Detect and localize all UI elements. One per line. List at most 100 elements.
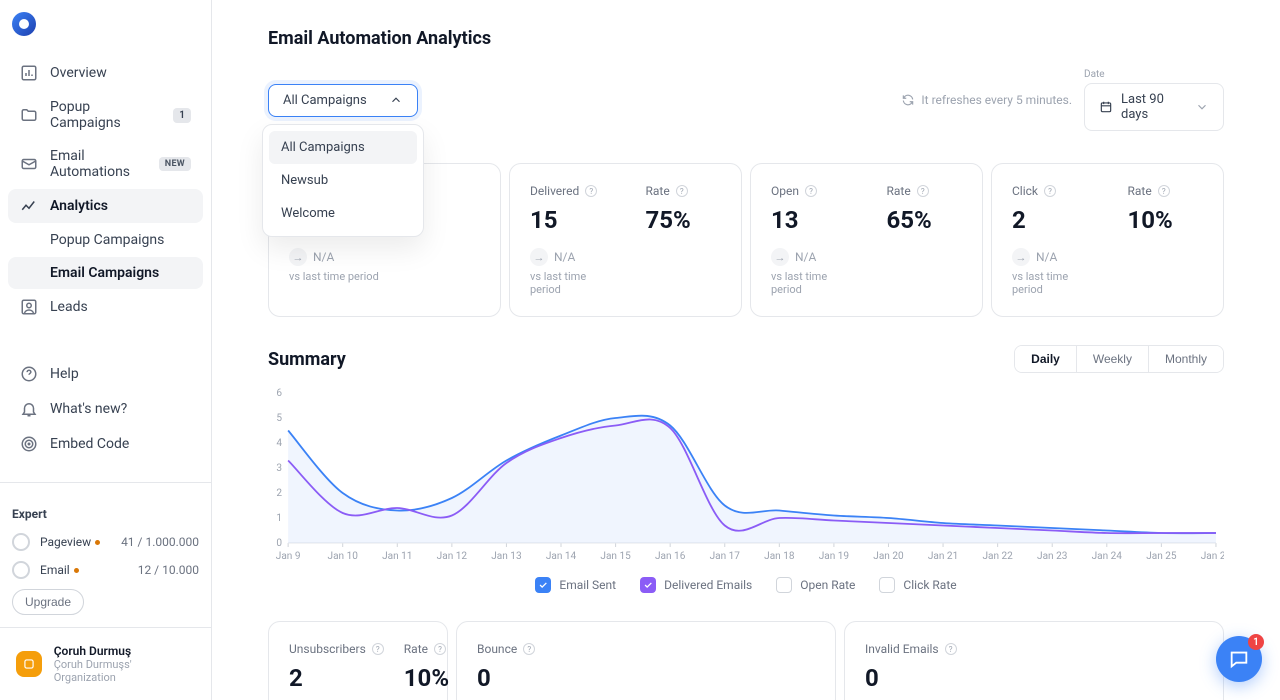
- nav-analytics[interactable]: Analytics: [8, 189, 203, 223]
- nav-embed-code[interactable]: Embed Code: [8, 427, 203, 461]
- user-name: Çoruh Durmuş: [54, 644, 195, 658]
- help-icon[interactable]: ?: [1158, 185, 1170, 197]
- help-icon[interactable]: ?: [1044, 185, 1056, 197]
- campaign-dropdown: All Campaigns Newsub Welcome: [262, 124, 424, 237]
- kpi-sub: vs last time period: [289, 270, 480, 283]
- sidebar: Overview Popup Campaigns 1 Email Automat…: [0, 0, 212, 700]
- kpi-sub: vs last time period: [1012, 270, 1088, 296]
- svg-text:Jan 20: Jan 20: [873, 551, 904, 562]
- date-filter: Date Last 90 days: [1084, 69, 1224, 131]
- svg-text:Jan 15: Jan 15: [600, 551, 631, 562]
- kpi-sub: vs last time period: [530, 270, 606, 296]
- svg-text:4: 4: [276, 438, 282, 449]
- help-icon[interactable]: ?: [676, 185, 688, 197]
- help-icon[interactable]: ?: [372, 643, 384, 655]
- kpi-value: 10%: [404, 664, 449, 692]
- user-org: Çoruh Durmuşs' Organization: [54, 658, 195, 684]
- nav-whats-new[interactable]: What's new?: [8, 392, 203, 426]
- svg-text:5: 5: [276, 413, 282, 424]
- date-value: Last 90 days: [1121, 92, 1187, 122]
- svg-text:Jan 17: Jan 17: [710, 551, 741, 562]
- svg-text:Jan 18: Jan 18: [764, 551, 795, 562]
- nav-sub-popup[interactable]: Popup Campaigns: [8, 224, 203, 256]
- checkbox-checked-icon: [535, 577, 551, 593]
- pageview-value: 41 / 1.000.000: [121, 535, 199, 549]
- help-icon[interactable]: ?: [585, 185, 597, 197]
- target-icon: [20, 435, 38, 453]
- kpi-label: Delivered: [530, 184, 579, 198]
- help-icon[interactable]: ?: [805, 185, 817, 197]
- kpi-value: 13: [771, 206, 847, 234]
- period-daily-button[interactable]: Daily: [1015, 346, 1077, 372]
- progress-circle-icon: [12, 533, 30, 551]
- campaign-option-newsub[interactable]: Newsub: [269, 164, 417, 197]
- legend-delivered[interactable]: Delivered Emails: [640, 577, 752, 593]
- help-icon[interactable]: ?: [523, 643, 535, 655]
- legend-email-sent[interactable]: Email Sent: [535, 577, 616, 593]
- chat-icon: [1228, 648, 1250, 670]
- campaign-option-all[interactable]: All Campaigns: [269, 131, 417, 164]
- svg-text:1: 1: [276, 513, 282, 524]
- arrow-right-icon: →: [530, 248, 548, 266]
- campaign-select-value: All Campaigns: [283, 93, 367, 108]
- kpi-value: 15: [530, 206, 606, 234]
- nav-leads-label: Leads: [50, 299, 88, 315]
- kpi-card-click: Click? 2 →N/A vs last time period Rate? …: [991, 163, 1224, 317]
- nav-embed-label: Embed Code: [50, 436, 129, 452]
- arrow-right-icon: →: [289, 248, 307, 266]
- kpi-card-open: Open? 13 →N/A vs last time period Rate? …: [750, 163, 983, 317]
- nav-email-auto-label: Email Automations: [50, 148, 147, 180]
- nav-analytics-label: Analytics: [50, 198, 108, 214]
- period-monthly-button[interactable]: Monthly: [1149, 346, 1223, 372]
- kpi-label: Bounce: [477, 642, 517, 656]
- svg-text:Jan 16: Jan 16: [655, 551, 686, 562]
- folder-icon: [20, 106, 38, 124]
- campaign-select-trigger[interactable]: All Campaigns: [268, 84, 418, 117]
- nav-leads[interactable]: Leads: [8, 290, 203, 324]
- svg-text:Jan 24: Jan 24: [1092, 551, 1123, 562]
- campaign-option-welcome[interactable]: Welcome: [269, 197, 417, 230]
- sidebar-bottom-nav: Help What's new? Embed Code: [0, 349, 211, 470]
- user-section[interactable]: Çoruh Durmuş Çoruh Durmuşs' Organization: [0, 627, 211, 700]
- logo[interactable]: [0, 0, 211, 48]
- period-weekly-button[interactable]: Weekly: [1077, 346, 1149, 372]
- legend-click-rate[interactable]: Click Rate: [879, 577, 956, 593]
- nav-new-badge: NEW: [159, 157, 191, 171]
- date-select[interactable]: Last 90 days: [1084, 83, 1224, 131]
- kpi-label: Rate: [404, 642, 428, 656]
- date-label: Date: [1084, 69, 1224, 80]
- nav-help[interactable]: Help: [8, 357, 203, 391]
- warning-dot-icon: [74, 568, 79, 573]
- nav-overview[interactable]: Overview: [8, 56, 203, 90]
- chart-legend: Email Sent Delivered Emails Open Rate Cl…: [268, 577, 1224, 593]
- help-icon[interactable]: ?: [917, 185, 929, 197]
- kpi-card-bounce: Bounce? 0 →N/A vs last time period: [456, 621, 836, 700]
- kpi-label: Invalid Emails: [865, 642, 939, 656]
- chat-button[interactable]: 1: [1216, 636, 1262, 682]
- kpi-value: 10%: [1128, 206, 1204, 234]
- svg-text:Jan 23: Jan 23: [1037, 551, 1067, 562]
- help-icon[interactable]: ?: [945, 643, 957, 655]
- progress-circle-icon: [12, 561, 30, 579]
- nav-sub-email[interactable]: Email Campaigns: [8, 257, 203, 289]
- upgrade-button[interactable]: Upgrade: [12, 589, 84, 615]
- kpi-card-invalid: Invalid Emails? 0 →N/A vs last time peri…: [844, 621, 1224, 700]
- svg-text:Jan 9: Jan 9: [276, 551, 301, 562]
- svg-text:Jan 11: Jan 11: [382, 551, 412, 562]
- bell-icon: [20, 400, 38, 418]
- checkbox-unchecked-icon: [879, 577, 895, 593]
- chat-badge: 1: [1248, 634, 1264, 650]
- nav-email-automations[interactable]: Email Automations NEW: [8, 140, 203, 188]
- nav-popup-campaigns[interactable]: Popup Campaigns 1: [8, 91, 203, 139]
- legend-open-rate[interactable]: Open Rate: [776, 577, 855, 593]
- kpi-card-delivered: Delivered? 15 → N/A vs last time period R…: [509, 163, 742, 317]
- kpi-label: Rate: [1128, 184, 1152, 198]
- svg-text:Jan 25: Jan 25: [1146, 551, 1177, 562]
- kpi-sub: vs last time period: [771, 270, 847, 296]
- delta-na: N/A: [554, 250, 575, 264]
- kpi-label: Rate: [646, 184, 670, 198]
- help-icon[interactable]: ?: [434, 643, 446, 655]
- bottom-kpi-row: Unsubscribers? 2 →N/A vs last time perio…: [268, 621, 1224, 700]
- nav-help-label: Help: [50, 366, 79, 382]
- kpi-value: 2: [289, 664, 384, 692]
